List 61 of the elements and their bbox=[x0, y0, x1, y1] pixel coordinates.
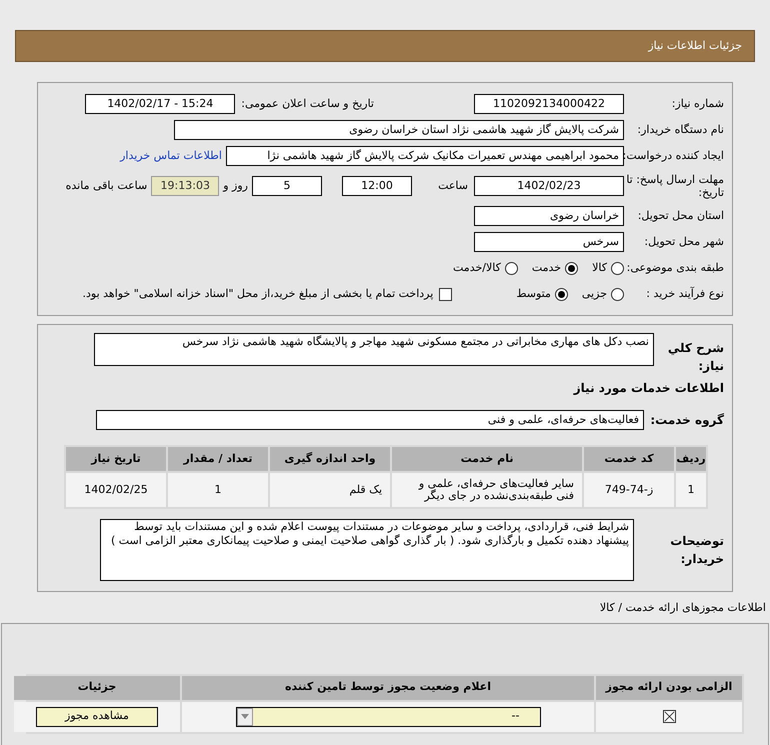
description-field: نصب دکل های مهاری مخابراتی در مجتمع مسکونی شهید مهاجر و پالایشگاه شهید هاشمی نژاد سرخس bbox=[94, 333, 654, 366]
field-label: طبقه بندی موضوعی: bbox=[626, 260, 724, 276]
column-header: ردیف bbox=[676, 447, 706, 471]
status-dropdown[interactable]: -- bbox=[236, 706, 540, 726]
page-title: جزئیات اطلاعات نیاز bbox=[648, 38, 742, 54]
section-title: اطلاعات مجوزهای ارائه خدمت / کالا bbox=[598, 600, 767, 616]
field-label: گروه خدمت: bbox=[649, 412, 724, 429]
text-field[interactable]: فعالیت‌های حرفه‌ای، علمی و فنی bbox=[96, 410, 644, 430]
checkbox[interactable] bbox=[439, 288, 452, 300]
contact-link[interactable]: اطلاعات تماس خریدار bbox=[120, 148, 222, 164]
column-header: واحد اندازه گیری bbox=[270, 447, 390, 471]
field-label: استان محل تحویل: bbox=[636, 208, 724, 224]
field-label: ساعت باقی مانده bbox=[66, 178, 148, 194]
text-field[interactable]: شرکت پالایش گاز شهید هاشمی نژاد استان خراسان رضوی bbox=[174, 120, 624, 140]
radio-label: جزیی bbox=[582, 286, 607, 302]
column-header: الزامی بودن ارائه مجوز bbox=[596, 676, 742, 700]
field-label: شماره نیاز: bbox=[670, 96, 724, 112]
field-label: نوع فرآیند خرید : bbox=[645, 286, 724, 302]
countdown-field: 19:13:03 bbox=[151, 176, 220, 196]
column-header: اعلام وضعیت مجوز توسط تامین کننده bbox=[182, 676, 594, 700]
radio-button[interactable] bbox=[611, 288, 624, 300]
text-field[interactable]: 1402/02/23 bbox=[474, 176, 624, 196]
field-label: نام دستگاه خریدار: bbox=[636, 122, 724, 138]
text-field[interactable]: 1102092134000422 bbox=[474, 94, 624, 114]
view-license-button[interactable]: مشاهده مجوز bbox=[36, 706, 158, 726]
column-header: جزئیات bbox=[14, 676, 180, 700]
column-header: نام خدمت bbox=[392, 447, 582, 471]
field-label: ایجاد کننده درخواست: bbox=[624, 148, 724, 164]
radio-button[interactable] bbox=[554, 288, 568, 300]
notes-field: شرایط فنی، قراردادی، پرداخت و سایر موضوعات در مستندات پیوست اعلام شده و این مستندات باید توسط پیشنهاد دهنده تکمیل و بارگذاری شود. ( بار گذاری گواهی صلاحیت ایمنی و صلاحیت پیمانکاری معتبر الزامی است ) bbox=[100, 519, 634, 581]
column-header: تعداد / مقدار bbox=[168, 447, 268, 471]
field-label: تاریخ و ساعت اعلان عمومی: bbox=[241, 96, 374, 112]
radio-button[interactable] bbox=[504, 262, 518, 274]
text-field[interactable]: محمود ابراهیمی مهندس تعمیرات مکانیک شرکت پالایش گاز شهید هاشمی نژا bbox=[226, 146, 624, 166]
field-label: توضیحات خریدار: bbox=[669, 533, 724, 568]
table-cell: 1402/02/25 bbox=[66, 473, 166, 507]
table-cell: 1 bbox=[168, 473, 268, 507]
radio-label: کالا/خدمت bbox=[453, 260, 501, 276]
table-cell: یک قلم bbox=[270, 473, 390, 507]
radio-label: خدمت bbox=[532, 260, 562, 276]
table-cell: سایر فعالیت‌های حرفه‌ای، علمی و فنی طبقه‌بندی‌نشده در جای دیگر bbox=[392, 473, 582, 507]
field-label: شرح کلي نياز: bbox=[666, 340, 724, 375]
field-label: مهلت ارسال پاسخ: تا تاریخ: bbox=[625, 173, 724, 199]
text-field[interactable]: سرخس bbox=[474, 232, 624, 252]
field-label: ساعت bbox=[437, 178, 468, 194]
text-field[interactable]: 5 bbox=[252, 176, 322, 196]
column-header: تاریخ نیاز bbox=[66, 447, 166, 471]
text-field[interactable]: خراسان رضوی bbox=[474, 206, 624, 226]
checkbox-label: پرداخت تمام یا بخشی از مبلغ خرید،از محل "اسناد خزانه اسلامی" خواهد بود. bbox=[82, 286, 434, 302]
text-field[interactable]: 1402/02/17 - 15:24 bbox=[85, 94, 236, 114]
table-cell: 1 bbox=[676, 473, 706, 507]
table-cell: ز-74-749 bbox=[584, 473, 674, 507]
column-header: کد خدمت bbox=[584, 447, 674, 471]
radio-label: متوسط bbox=[516, 286, 551, 302]
field-label: شهر محل تحویل: bbox=[643, 234, 724, 250]
radio-label: کالا bbox=[592, 260, 607, 276]
radio-button[interactable] bbox=[611, 262, 624, 274]
field-label: روز و bbox=[223, 178, 248, 194]
text-field[interactable]: 12:00 bbox=[342, 176, 412, 196]
section-title: اطلاعات خدمات مورد نياز bbox=[574, 380, 724, 397]
radio-button[interactable] bbox=[565, 262, 578, 274]
